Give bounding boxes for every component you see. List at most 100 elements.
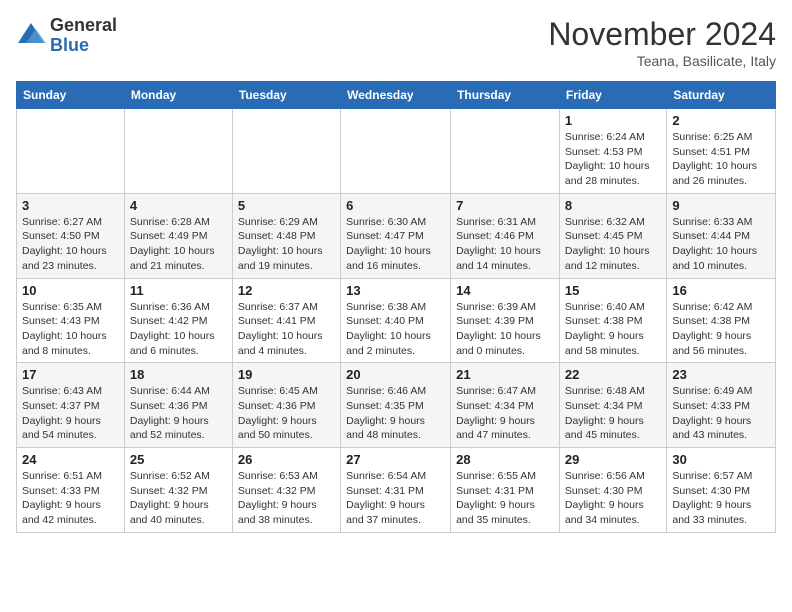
day-info: Sunrise: 6:24 AM Sunset: 4:53 PM Dayligh… [565, 130, 661, 189]
calendar-cell: 25 Sunrise: 6:52 AM Sunset: 4:32 PM Dayli… [124, 448, 232, 533]
day-number: 17 [22, 367, 119, 382]
day-number: 26 [238, 452, 335, 467]
calendar-cell: 20 Sunrise: 6:46 AM Sunset: 4:35 PM Dayli… [341, 363, 451, 448]
day-info: Sunrise: 6:43 AM Sunset: 4:37 PM Dayligh… [22, 384, 119, 443]
day-info: Sunrise: 6:40 AM Sunset: 4:38 PM Dayligh… [565, 300, 661, 359]
calendar-cell: 17 Sunrise: 6:43 AM Sunset: 4:37 PM Dayli… [17, 363, 125, 448]
day-number: 3 [22, 198, 119, 213]
calendar-cell [124, 109, 232, 194]
calendar-cell: 5Sunrise: 6:29 AM Sunset: 4:48 PM Daylig… [232, 193, 340, 278]
day-info: Sunrise: 6:32 AM Sunset: 4:45 PM Dayligh… [565, 215, 661, 274]
calendar-cell: 1Sunrise: 6:24 AM Sunset: 4:53 PM Daylig… [559, 109, 666, 194]
calendar-cell: 28Sunrise: 6:55 AM Sunset: 4:31 PM Dayli… [451, 448, 560, 533]
calendar-cell: 24 Sunrise: 6:51 AM Sunset: 4:33 PM Dayli… [17, 448, 125, 533]
day-info: Sunrise: 6:56 AM Sunset: 4:30 PM Dayligh… [565, 469, 661, 528]
calendar-cell [17, 109, 125, 194]
calendar-cell: 23 Sunrise: 6:49 AM Sunset: 4:33 PM Dayli… [667, 363, 776, 448]
day-info: Sunrise: 6:52 AM Sunset: 4:32 PM Dayligh… [130, 469, 227, 528]
calendar-cell [232, 109, 340, 194]
calendar-cell: 30 Sunrise: 6:57 AM Sunset: 4:30 PM Dayli… [667, 448, 776, 533]
calendar-cell: 6Sunrise: 6:30 AM Sunset: 4:47 PM Daylig… [341, 193, 451, 278]
day-number: 9 [672, 198, 770, 213]
day-number: 8 [565, 198, 661, 213]
day-number: 11 [130, 283, 227, 298]
month-title: November 2024 [548, 16, 776, 53]
day-info: Sunrise: 6:51 AM Sunset: 4:33 PM Dayligh… [22, 469, 119, 528]
day-of-week-header: Wednesday [341, 82, 451, 109]
day-info: Sunrise: 6:44 AM Sunset: 4:36 PM Dayligh… [130, 384, 227, 443]
location-subtitle: Teana, Basilicate, Italy [548, 53, 776, 69]
day-info: Sunrise: 6:57 AM Sunset: 4:30 PM Dayligh… [672, 469, 770, 528]
day-number: 2 [672, 113, 770, 128]
day-number: 22 [565, 367, 661, 382]
day-info: Sunrise: 6:47 AM Sunset: 4:34 PM Dayligh… [456, 384, 554, 443]
day-number: 12 [238, 283, 335, 298]
title-block: November 2024 Teana, Basilicate, Italy [548, 16, 776, 69]
day-of-week-header: Saturday [667, 82, 776, 109]
day-info: Sunrise: 6:55 AM Sunset: 4:31 PM Dayligh… [456, 469, 554, 528]
logo-blue-text: Blue [50, 36, 117, 56]
day-number: 15 [565, 283, 661, 298]
day-number: 24 [22, 452, 119, 467]
calendar-cell [341, 109, 451, 194]
day-number: 18 [130, 367, 227, 382]
day-number: 21 [456, 367, 554, 382]
day-info: Sunrise: 6:30 AM Sunset: 4:47 PM Dayligh… [346, 215, 445, 274]
logo-icon [16, 21, 46, 51]
day-info: Sunrise: 6:35 AM Sunset: 4:43 PM Dayligh… [22, 300, 119, 359]
day-info: Sunrise: 6:49 AM Sunset: 4:33 PM Dayligh… [672, 384, 770, 443]
calendar-cell: 8 Sunrise: 6:32 AM Sunset: 4:45 PM Daylig… [559, 193, 666, 278]
calendar-cell: 19 Sunrise: 6:45 AM Sunset: 4:36 PM Dayli… [232, 363, 340, 448]
calendar-cell: 14 Sunrise: 6:39 AM Sunset: 4:39 PM Dayli… [451, 278, 560, 363]
day-info: Sunrise: 6:28 AM Sunset: 4:49 PM Dayligh… [130, 215, 227, 274]
day-info: Sunrise: 6:25 AM Sunset: 4:51 PM Dayligh… [672, 130, 770, 189]
calendar-cell [451, 109, 560, 194]
calendar-cell: 27 Sunrise: 6:54 AM Sunset: 4:31 PM Dayli… [341, 448, 451, 533]
day-info: Sunrise: 6:53 AM Sunset: 4:32 PM Dayligh… [238, 469, 335, 528]
calendar-week-row: 17 Sunrise: 6:43 AM Sunset: 4:37 PM Dayli… [17, 363, 776, 448]
day-info: Sunrise: 6:36 AM Sunset: 4:42 PM Dayligh… [130, 300, 227, 359]
page-header: General Blue November 2024 Teana, Basili… [16, 16, 776, 69]
calendar-cell: 9 Sunrise: 6:33 AM Sunset: 4:44 PM Daylig… [667, 193, 776, 278]
calendar-cell: 18 Sunrise: 6:44 AM Sunset: 4:36 PM Dayli… [124, 363, 232, 448]
day-info: Sunrise: 6:48 AM Sunset: 4:34 PM Dayligh… [565, 384, 661, 443]
day-number: 13 [346, 283, 445, 298]
day-info: Sunrise: 6:46 AM Sunset: 4:35 PM Dayligh… [346, 384, 445, 443]
day-number: 29 [565, 452, 661, 467]
calendar-header-row: SundayMondayTuesdayWednesdayThursdayFrid… [17, 82, 776, 109]
day-info: Sunrise: 6:27 AM Sunset: 4:50 PM Dayligh… [22, 215, 119, 274]
day-info: Sunrise: 6:31 AM Sunset: 4:46 PM Dayligh… [456, 215, 554, 274]
day-info: Sunrise: 6:42 AM Sunset: 4:38 PM Dayligh… [672, 300, 770, 359]
calendar-week-row: 3 Sunrise: 6:27 AM Sunset: 4:50 PM Daylig… [17, 193, 776, 278]
calendar-table: SundayMondayTuesdayWednesdayThursdayFrid… [16, 81, 776, 533]
day-info: Sunrise: 6:45 AM Sunset: 4:36 PM Dayligh… [238, 384, 335, 443]
logo: General Blue [16, 16, 117, 56]
calendar-week-row: 10Sunrise: 6:35 AM Sunset: 4:43 PM Dayli… [17, 278, 776, 363]
day-of-week-header: Friday [559, 82, 666, 109]
day-number: 25 [130, 452, 227, 467]
day-number: 30 [672, 452, 770, 467]
day-number: 23 [672, 367, 770, 382]
day-number: 16 [672, 283, 770, 298]
calendar-cell: 13 Sunrise: 6:38 AM Sunset: 4:40 PM Dayli… [341, 278, 451, 363]
day-info: Sunrise: 6:33 AM Sunset: 4:44 PM Dayligh… [672, 215, 770, 274]
day-info: Sunrise: 6:29 AM Sunset: 4:48 PM Dayligh… [238, 215, 335, 274]
calendar-cell: 29 Sunrise: 6:56 AM Sunset: 4:30 PM Dayli… [559, 448, 666, 533]
calendar-cell: 10Sunrise: 6:35 AM Sunset: 4:43 PM Dayli… [17, 278, 125, 363]
day-number: 20 [346, 367, 445, 382]
calendar-cell: 21 Sunrise: 6:47 AM Sunset: 4:34 PM Dayli… [451, 363, 560, 448]
logo-general-text: General [50, 16, 117, 36]
day-info: Sunrise: 6:38 AM Sunset: 4:40 PM Dayligh… [346, 300, 445, 359]
day-number: 27 [346, 452, 445, 467]
day-of-week-header: Thursday [451, 82, 560, 109]
day-number: 4 [130, 198, 227, 213]
day-of-week-header: Tuesday [232, 82, 340, 109]
day-info: Sunrise: 6:39 AM Sunset: 4:39 PM Dayligh… [456, 300, 554, 359]
calendar-week-row: 24 Sunrise: 6:51 AM Sunset: 4:33 PM Dayli… [17, 448, 776, 533]
calendar-cell: 16 Sunrise: 6:42 AM Sunset: 4:38 PM Dayli… [667, 278, 776, 363]
day-number: 19 [238, 367, 335, 382]
calendar-cell: 15 Sunrise: 6:40 AM Sunset: 4:38 PM Dayli… [559, 278, 666, 363]
day-of-week-header: Monday [124, 82, 232, 109]
day-number: 14 [456, 283, 554, 298]
day-info: Sunrise: 6:54 AM Sunset: 4:31 PM Dayligh… [346, 469, 445, 528]
